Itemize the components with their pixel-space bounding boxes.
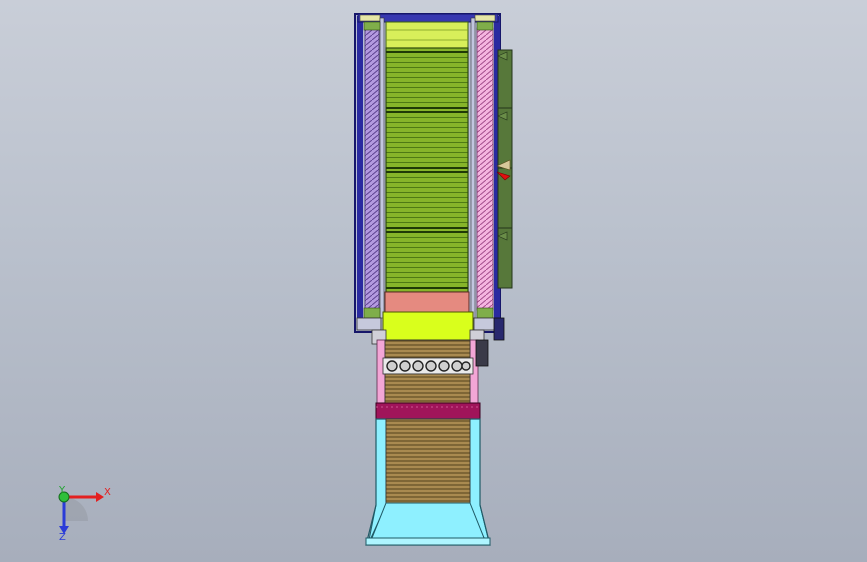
left-screw-bottom-bearing <box>363 307 381 319</box>
left-screw-conveyor[interactable] <box>364 27 380 311</box>
cad-viewport[interactable]: X Y Z <box>0 0 867 562</box>
right-screw-conveyor[interactable] <box>476 27 494 311</box>
central-mesh-belt[interactable] <box>385 47 469 293</box>
upper-slat-section <box>384 339 471 361</box>
lime-transition-plate <box>382 311 474 341</box>
z-axis-label: Z <box>59 532 66 543</box>
drive-motor[interactable] <box>493 317 505 341</box>
left-frame-column <box>357 16 363 328</box>
magenta-crossbar <box>375 402 481 420</box>
orientation-triad[interactable] <box>58 491 104 534</box>
discharge-chute-block <box>384 291 470 313</box>
left-screw-top-bearing <box>363 21 381 31</box>
top-cap-right-block <box>474 14 496 22</box>
right-screw-bottom-bearing <box>476 307 494 319</box>
hopper-bottom-mouth <box>371 502 485 539</box>
side-panel-assembly[interactable] <box>496 49 513 289</box>
x-axis-arrow <box>96 492 104 502</box>
mesh-top-cap <box>385 21 469 49</box>
right-inner-rail <box>470 17 476 319</box>
middle-slat-section <box>384 373 471 405</box>
transition-section[interactable] <box>371 311 489 429</box>
hopper-base-plate <box>365 537 491 546</box>
right-screw-top-bearing <box>476 21 494 31</box>
x-axis-label: X <box>104 487 111 498</box>
gearbox[interactable] <box>475 339 489 367</box>
top-cap-left-block <box>359 14 381 22</box>
machine-model[interactable] <box>0 0 867 562</box>
upper-housing[interactable] <box>354 13 501 333</box>
left-inner-rail <box>379 17 385 319</box>
y-axis-label: Y <box>59 485 66 496</box>
hopper-slat-belt[interactable] <box>385 418 471 504</box>
lower-hopper[interactable] <box>365 418 491 546</box>
left-bottom-lug <box>356 317 382 331</box>
